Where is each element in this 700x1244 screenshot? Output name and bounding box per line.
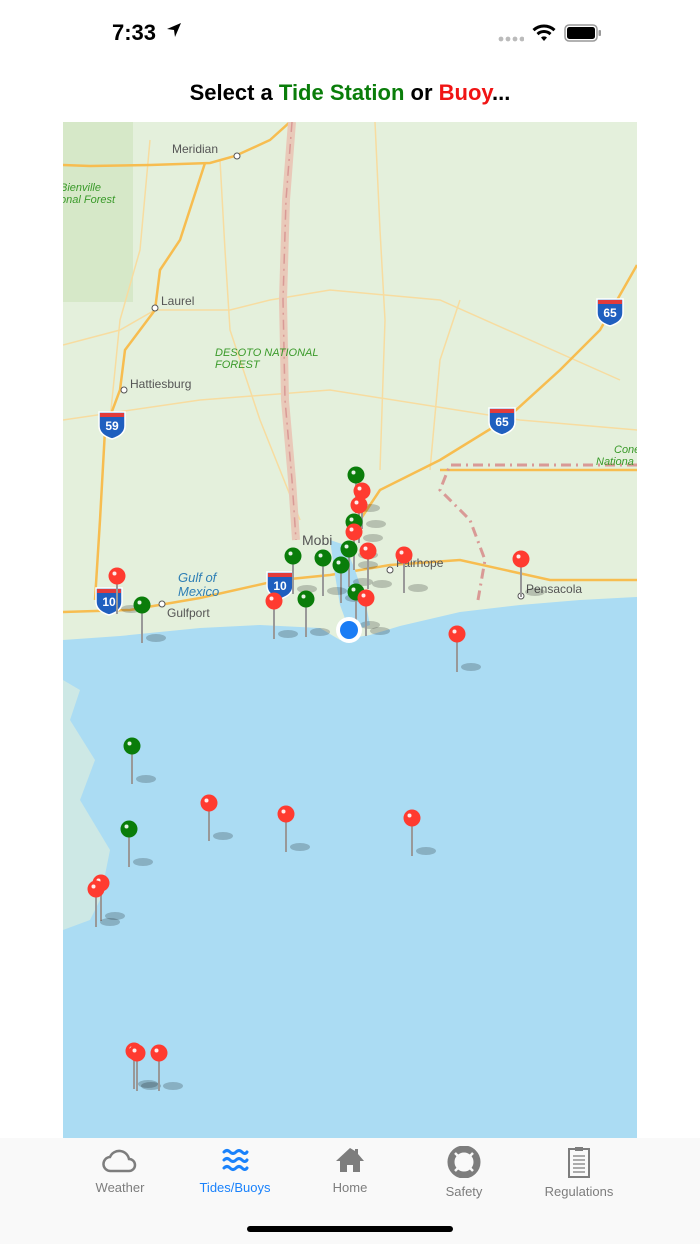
city-meridian: Meridian [172, 142, 218, 156]
tab-home[interactable]: Home [290, 1146, 410, 1195]
clock: 7:33 [112, 20, 157, 45]
tab-label: Tides/Buoys [199, 1180, 271, 1195]
city-laurel: Laurel [161, 294, 194, 308]
user-location-dot [340, 621, 358, 639]
tab-label: Safety [445, 1184, 483, 1199]
interstate-shield-i59: 59 [98, 411, 126, 440]
svg-text:10: 10 [273, 579, 287, 593]
location-arrow-icon [167, 23, 181, 37]
buoy-label: Buoy [438, 80, 493, 105]
svg-text:59: 59 [105, 419, 119, 433]
page-title: Select a Tide Station or Buoy... [0, 80, 700, 106]
tide-station-label: Tide Station [278, 80, 405, 105]
cellular-signal-icon [498, 36, 524, 42]
gulf-of-mexico [63, 597, 637, 1138]
gulf-label: Gulf of [178, 570, 218, 585]
house-icon [336, 1148, 364, 1172]
status-bar: 7:33 [0, 0, 700, 64]
conecuh-label-2: Nationa [596, 456, 634, 468]
tab-safety[interactable]: Safety [404, 1146, 524, 1199]
tab-label: Weather [95, 1180, 145, 1195]
city-mobile: Mobi [302, 532, 332, 548]
bienville-label: Bienville [63, 182, 101, 194]
forest-area [63, 122, 133, 302]
svg-text:65: 65 [495, 415, 509, 429]
city-hattiesburg: Hattiesburg [130, 377, 191, 391]
lifebuoy-icon [447, 1146, 481, 1178]
tab-regulations[interactable]: Regulations [519, 1146, 639, 1199]
tab-tides-buoys[interactable]: Tides/Buoys [175, 1146, 295, 1195]
tab-label: Home [332, 1180, 368, 1195]
conecuh-label: Cone [614, 444, 637, 456]
desoto-label: DESOTO NATIONAL [215, 347, 319, 359]
clipboard-icon [568, 1147, 590, 1178]
svg-text:10: 10 [102, 595, 116, 609]
waves-icon [222, 1149, 249, 1171]
title-middle: or [404, 80, 439, 105]
bienville-label-2: onal Forest [63, 194, 116, 206]
wifi-icon [532, 24, 556, 41]
interstate-shield-i65b: 65 [488, 407, 516, 436]
tab-weather[interactable]: Weather [60, 1146, 180, 1195]
svg-text:65: 65 [603, 306, 617, 320]
title-prefix: Select a [189, 80, 279, 105]
home-indicator [247, 1226, 453, 1232]
map-view[interactable]: Meridian Laurel Hattiesburg Mobi Fairhop… [63, 122, 637, 1138]
tab-label: Regulations [544, 1184, 614, 1199]
city-gulfport: Gulfport [167, 606, 210, 620]
interstate-shield-i10b: 10 [95, 587, 123, 616]
title-suffix: ... [492, 80, 511, 105]
desoto-label-2: FOREST [215, 359, 261, 371]
interstate-shield-i65a: 65 [596, 298, 624, 327]
battery-icon [564, 24, 601, 42]
gulf-label-2: Mexico [178, 584, 219, 599]
cloud-icon [102, 1149, 137, 1173]
